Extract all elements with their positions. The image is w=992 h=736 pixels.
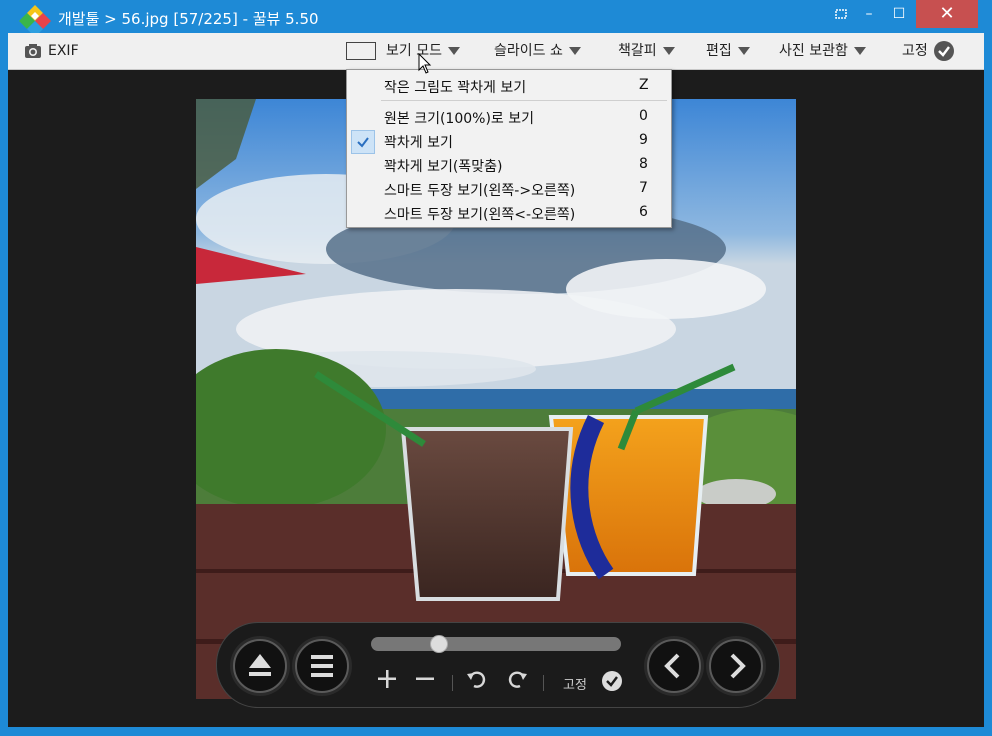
rotate-right-button[interactable] xyxy=(505,667,529,697)
toolbar: EXIF 보기 모드 슬라이드 쇼 책갈피 편집 사진 보관함 고정 xyxy=(8,33,984,70)
menu-item-shortcut: 9 xyxy=(639,132,648,148)
next-button[interactable] xyxy=(709,639,763,693)
minimize-button[interactable]: – xyxy=(854,0,884,28)
menu-item-smart-two-rtl[interactable]: 스마트 두장 보기(왼쪽<-오른쪽) 6 xyxy=(347,201,671,225)
edit-label: 편집 xyxy=(706,43,732,59)
mouse-cursor-icon xyxy=(418,53,432,74)
menu-item-fit-width[interactable]: 꽉차게 보기(폭맞춤) 8 xyxy=(347,153,671,177)
view-mode-menu: 작은 그림도 꽉차게 보기 Z 원본 크기(100%)로 보기 0 꽉차게 보기… xyxy=(346,69,672,228)
eject-button[interactable] xyxy=(233,639,287,693)
divider xyxy=(543,675,544,691)
menu-item-original-size[interactable]: 원본 크기(100%)로 보기 0 xyxy=(347,105,671,129)
exif-button[interactable]: EXIF xyxy=(24,33,79,69)
view-mode-button[interactable]: 보기 모드 xyxy=(346,33,460,69)
pin-label: 고정 xyxy=(563,678,587,693)
menu-item-shortcut: 7 xyxy=(639,180,648,196)
chevron-down-icon xyxy=(853,47,866,55)
photo-album-label: 사진 보관함 xyxy=(779,43,848,59)
zoom-out-button[interactable] xyxy=(413,667,437,697)
chevron-down-icon xyxy=(447,47,460,55)
menu-separator xyxy=(381,100,667,101)
previous-button[interactable] xyxy=(647,639,701,693)
slideshow-button[interactable]: 슬라이드 쇼 xyxy=(494,33,581,69)
exif-label: EXIF xyxy=(48,43,79,59)
menu-item-label: 스마트 두장 보기(왼쪽<-오른쪽) xyxy=(384,207,576,223)
title-bar: 개발툴 > 56.jpg [57/225] - 꿀뷰 5.50 – ☐ ✕ xyxy=(0,0,992,37)
close-button[interactable]: ✕ xyxy=(916,0,978,28)
menu-item-label: 꽉차게 보기 xyxy=(384,135,453,151)
chevron-down-icon xyxy=(568,47,581,55)
menu-item-label: 스마트 두장 보기(왼쪽->오른쪽) xyxy=(384,183,576,199)
zoom-in-button[interactable] xyxy=(375,667,399,697)
prev-icon xyxy=(664,653,680,679)
bookmark-label: 책갈피 xyxy=(618,43,657,59)
tray-icon xyxy=(835,9,847,19)
zoom-slider[interactable] xyxy=(371,635,621,653)
menu-item-shortcut: 0 xyxy=(639,108,648,124)
checkmark-icon xyxy=(351,130,375,154)
window-title: 개발툴 > 56.jpg [57/225] - 꿀뷰 5.50 xyxy=(58,10,319,28)
pin-button[interactable]: 고정 xyxy=(902,33,954,69)
photo-album-button[interactable]: 사진 보관함 xyxy=(779,33,866,69)
edit-button[interactable]: 편집 xyxy=(706,33,750,69)
eject-icon xyxy=(249,654,271,676)
divider xyxy=(452,675,453,691)
pin-label: 고정 xyxy=(902,43,928,59)
menu-item-label: 원본 크기(100%)로 보기 xyxy=(384,111,535,127)
next-icon xyxy=(730,653,746,679)
menu-item-shortcut: 6 xyxy=(639,204,648,220)
menu-item-fit-small[interactable]: 작은 그림도 꽉차게 보기 Z xyxy=(347,74,671,98)
zoom-in-icon xyxy=(378,670,396,688)
zoom-out-icon xyxy=(416,677,434,680)
chevron-down-icon xyxy=(737,47,750,55)
camera-icon xyxy=(25,44,41,58)
menu-item-fit[interactable]: 꽉차게 보기 9 xyxy=(347,129,671,154)
menu-item-smart-two-ltr[interactable]: 스마트 두장 보기(왼쪽->오른쪽) 7 xyxy=(347,177,671,201)
minimize-to-tray-button[interactable] xyxy=(826,0,856,28)
menu-item-shortcut: Z xyxy=(639,77,649,93)
slideshow-label: 슬라이드 쇼 xyxy=(494,43,563,59)
rotate-right-icon xyxy=(508,671,527,688)
list-button[interactable] xyxy=(295,639,349,693)
menu-item-label: 꽉차게 보기(폭맞춤) xyxy=(384,159,503,175)
rotate-left-button[interactable] xyxy=(465,667,489,697)
menu-item-shortcut: 8 xyxy=(639,156,648,172)
chevron-down-icon xyxy=(662,47,675,55)
pin-toggle[interactable] xyxy=(602,671,622,691)
check-circle-icon xyxy=(933,41,954,61)
menu-item-label: 작은 그림도 꽉차게 보기 xyxy=(384,80,527,96)
check-icon xyxy=(606,676,618,687)
control-panel: 고정 xyxy=(216,622,780,708)
view-mode-label: 보기 모드 xyxy=(386,43,442,59)
bookmark-button[interactable]: 책갈피 xyxy=(618,33,675,69)
fullscreen-icon xyxy=(346,42,376,60)
list-icon xyxy=(311,655,333,677)
slider-thumb[interactable] xyxy=(430,635,448,653)
rotate-left-icon xyxy=(467,671,486,688)
maximize-button[interactable]: ☐ xyxy=(884,0,914,28)
